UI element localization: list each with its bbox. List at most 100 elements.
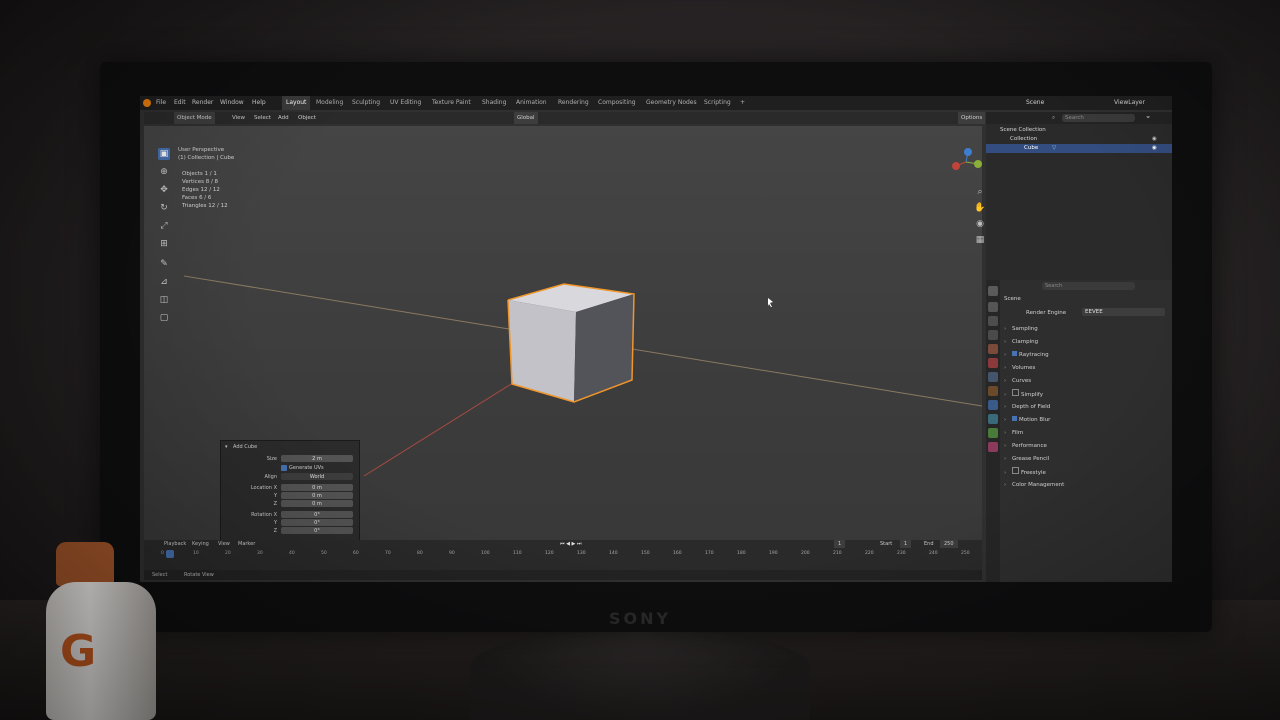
view-layer-selector[interactable]: ViewLayer	[1114, 96, 1145, 110]
section-color-management[interactable]: › Color Management	[1004, 480, 1168, 491]
operator-panel-title[interactable]: ▾ Add Cube	[221, 443, 359, 451]
world-properties-tab-icon[interactable]	[988, 358, 998, 368]
tool-properties-tab-icon[interactable]	[988, 286, 998, 296]
transform-orientation-dropdown[interactable]: Global	[514, 112, 538, 124]
camera-view-icon[interactable]: ◉	[974, 218, 986, 230]
options-dropdown[interactable]: Options	[958, 112, 986, 124]
size-field[interactable]: 2 m	[281, 455, 353, 462]
tab-layout[interactable]: Layout	[282, 96, 311, 110]
select-box-tool-icon[interactable]: ▣	[158, 148, 170, 160]
add-object-tool-icon[interactable]: ▢	[158, 312, 170, 324]
tab-animation[interactable]: Animation	[516, 96, 547, 110]
filter-icon[interactable]: ⏷	[1146, 112, 1150, 124]
menu-file[interactable]: File	[156, 96, 166, 110]
location-x-field[interactable]: 0 m	[281, 484, 353, 491]
simplify-checkbox[interactable]	[1012, 389, 1019, 396]
view-layer-tab-icon[interactable]	[988, 330, 998, 340]
timeline-keying-menu[interactable]: Keying	[192, 540, 209, 548]
start-frame-field[interactable]: 1	[900, 540, 912, 548]
object-properties-tab-icon[interactable]	[988, 386, 998, 396]
measure-tool-icon[interactable]: ⊿	[158, 276, 170, 288]
transform-tool-icon[interactable]: ⊞	[158, 238, 170, 250]
section-performance[interactable]: › Performance	[1004, 441, 1168, 452]
generate-uvs-checkbox[interactable]	[281, 465, 287, 471]
menu-edit[interactable]: Edit	[174, 96, 186, 110]
blender-logo-icon[interactable]	[143, 99, 151, 107]
physics-properties-tab-icon[interactable]	[988, 414, 998, 424]
zoom-icon[interactable]: ⌕	[974, 186, 986, 198]
current-frame-field[interactable]: 1	[834, 540, 846, 548]
end-frame-field[interactable]: 250	[940, 540, 958, 548]
cube-visibility-eye-icon[interactable]: ◉	[1152, 144, 1157, 153]
menu-object[interactable]: Object	[298, 112, 316, 124]
section-sampling[interactable]: › Sampling	[1004, 324, 1168, 335]
render-properties-tab-icon[interactable]	[988, 302, 998, 312]
location-y-field[interactable]: 0 m	[281, 492, 353, 499]
menu-add[interactable]: Add	[278, 112, 289, 124]
outliner-search-icon[interactable]: ⌕	[1052, 112, 1055, 124]
section-volumes[interactable]: › Volumes	[1004, 363, 1168, 374]
add-cube-tool-icon[interactable]: ◫	[158, 294, 170, 306]
properties-search-input[interactable]: Search	[1042, 282, 1135, 290]
section-freestyle[interactable]: › Freestyle	[1004, 467, 1168, 478]
menu-render[interactable]: Render	[192, 96, 213, 110]
cursor-tool-icon[interactable]: ⊕	[158, 166, 170, 178]
tab-compositing[interactable]: Compositing	[598, 96, 636, 110]
menu-view[interactable]: View	[232, 112, 245, 124]
rotation-y-field[interactable]: 0°	[281, 519, 353, 526]
tab-rendering[interactable]: Rendering	[558, 96, 589, 110]
tab-scripting[interactable]: Scripting	[704, 96, 731, 110]
motion-blur-checkbox[interactable]	[1012, 416, 1017, 421]
tab-shading[interactable]: Shading	[482, 96, 506, 110]
material-properties-tab-icon[interactable]	[988, 442, 998, 452]
menu-window[interactable]: Window	[220, 96, 244, 110]
tab-modeling[interactable]: Modeling	[316, 96, 343, 110]
rotation-z-field[interactable]: 0°	[281, 527, 353, 534]
section-simplify[interactable]: › Simplify	[1004, 389, 1168, 400]
add-workspace-button[interactable]: +	[740, 96, 745, 110]
outliner-row-scene-collection[interactable]: Scene Collection	[986, 126, 1172, 135]
timeline-marker-menu[interactable]: Marker	[238, 540, 255, 548]
scale-tool-icon[interactable]: ⤢	[158, 220, 170, 232]
modifier-properties-tab-icon[interactable]	[988, 400, 998, 410]
outliner-row-cube[interactable]: Cube ▽ ◉	[986, 144, 1172, 153]
timeline-view-menu[interactable]: View	[218, 540, 230, 548]
section-film[interactable]: › Film	[1004, 428, 1168, 439]
rotate-tool-icon[interactable]: ↻	[158, 202, 170, 214]
section-curves[interactable]: › Curves	[1004, 376, 1168, 387]
tab-texture-paint[interactable]: Texture Paint	[432, 96, 471, 110]
scene-selector[interactable]: Scene	[1026, 96, 1044, 110]
tab-sculpting[interactable]: Sculpting	[352, 96, 380, 110]
playhead[interactable]	[166, 550, 174, 558]
collection-properties-tab-icon[interactable]	[988, 372, 998, 382]
rotation-x-field[interactable]: 0°	[281, 511, 353, 518]
tab-uv-editing[interactable]: UV Editing	[390, 96, 421, 110]
freestyle-checkbox[interactable]	[1012, 467, 1019, 474]
visibility-eye-icon[interactable]: ◉	[1152, 135, 1157, 144]
perspective-toggle-icon[interactable]: ▦	[974, 234, 986, 246]
menu-help[interactable]: Help	[252, 96, 266, 110]
scene-properties-tab-icon[interactable]	[988, 344, 998, 354]
timeline-ruler[interactable]: 0 10 20 30 40 50 60 70 80 90 100 110 120 130 140 150 160…	[161, 550, 970, 558]
annotate-tool-icon[interactable]: ✎	[158, 258, 170, 270]
section-raytracing[interactable]: › Raytracing	[1004, 350, 1168, 361]
timeline-playback-menu[interactable]: Playback	[164, 540, 186, 548]
section-clamping[interactable]: › Clamping	[1004, 337, 1168, 348]
render-engine-dropdown[interactable]: EEVEE	[1082, 308, 1165, 316]
outliner-row-collection[interactable]: Collection ◉	[986, 135, 1172, 144]
section-grease-pencil[interactable]: › Grease Pencil	[1004, 454, 1168, 465]
section-motion-blur[interactable]: › Motion Blur	[1004, 415, 1168, 426]
data-properties-tab-icon[interactable]	[988, 428, 998, 438]
outliner-search-input[interactable]: Search	[1062, 114, 1135, 122]
align-dropdown[interactable]: World	[281, 473, 353, 480]
playback-controls-icon[interactable]: ⏮ ◀ ▶ ⏭	[560, 540, 581, 548]
tab-geometry-nodes[interactable]: Geometry Nodes	[646, 96, 697, 110]
output-properties-tab-icon[interactable]	[988, 316, 998, 326]
raytracing-checkbox[interactable]	[1012, 351, 1017, 356]
section-depth-of-field[interactable]: › Depth of Field	[1004, 402, 1168, 413]
pan-hand-icon[interactable]: ✋	[974, 202, 986, 214]
3d-viewport[interactable]: User Perspective (1) Collection | Cube O…	[144, 126, 986, 566]
object-mode-dropdown[interactable]: Object Mode	[174, 112, 215, 124]
move-tool-icon[interactable]: ✥	[158, 184, 170, 196]
location-z-field[interactable]: 0 m	[281, 500, 353, 507]
